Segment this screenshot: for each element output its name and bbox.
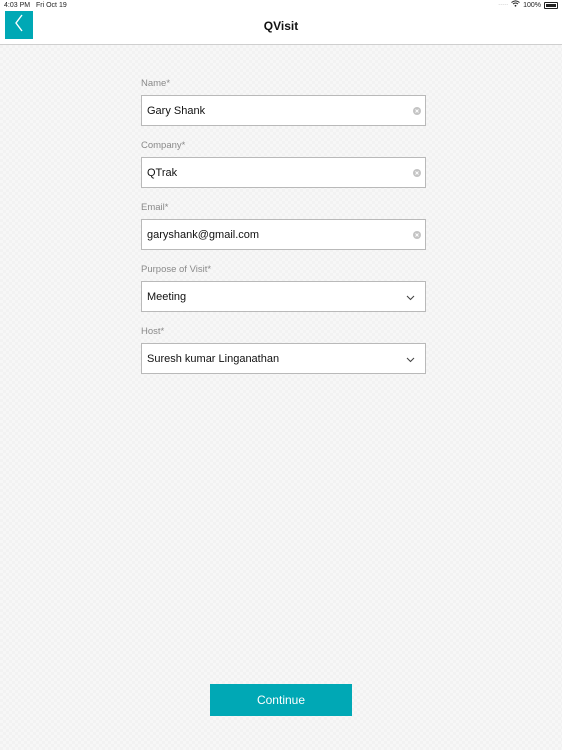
status-date: Fri Oct 19 [36, 2, 67, 9]
signal-icon: ····· [498, 2, 509, 8]
continue-button[interactable]: Continue [210, 684, 352, 716]
purpose-label: Purpose of Visit* [141, 264, 212, 275]
chevron-down-icon[interactable] [406, 288, 415, 306]
email-input[interactable] [147, 228, 387, 241]
name-input[interactable] [147, 104, 387, 117]
status-time: 4:03 PM [4, 2, 31, 9]
battery-icon [544, 2, 558, 9]
email-field: Email* [141, 202, 426, 250]
email-label: Email* [141, 202, 169, 213]
clear-icon[interactable] [413, 230, 421, 239]
company-input-box[interactable] [141, 157, 426, 188]
header: QVisit [0, 11, 562, 45]
battery-percent: 100% [523, 2, 541, 9]
email-input-box[interactable] [141, 219, 426, 250]
chevron-down-icon[interactable] [406, 350, 415, 368]
name-field: Name* [141, 78, 426, 126]
company-input[interactable] [147, 166, 387, 179]
host-select[interactable]: Suresh kumar Linganathan [141, 343, 426, 374]
host-label: Host* [141, 326, 165, 337]
purpose-select[interactable]: Meeting [141, 281, 426, 312]
host-field: Host* Suresh kumar Linganathan [141, 326, 426, 374]
name-label: Name* [141, 78, 171, 89]
company-field: Company* [141, 140, 426, 188]
visitor-form: Name* Company* Email* Purpose of Visit* [141, 78, 426, 374]
clear-icon[interactable] [413, 106, 421, 115]
company-label: Company* [141, 140, 186, 151]
purpose-value: Meeting [147, 290, 187, 303]
status-bar: 4:03 PM Fri Oct 19 ····· 100% [0, 0, 562, 11]
status-right: ····· 100% [498, 0, 558, 11]
purpose-field: Purpose of Visit* Meeting [141, 264, 426, 312]
clear-icon[interactable] [413, 168, 421, 177]
page-title: QVisit [263, 19, 299, 33]
host-value: Suresh kumar Linganathan [147, 352, 280, 365]
name-input-box[interactable] [141, 95, 426, 126]
wifi-icon [511, 0, 520, 11]
